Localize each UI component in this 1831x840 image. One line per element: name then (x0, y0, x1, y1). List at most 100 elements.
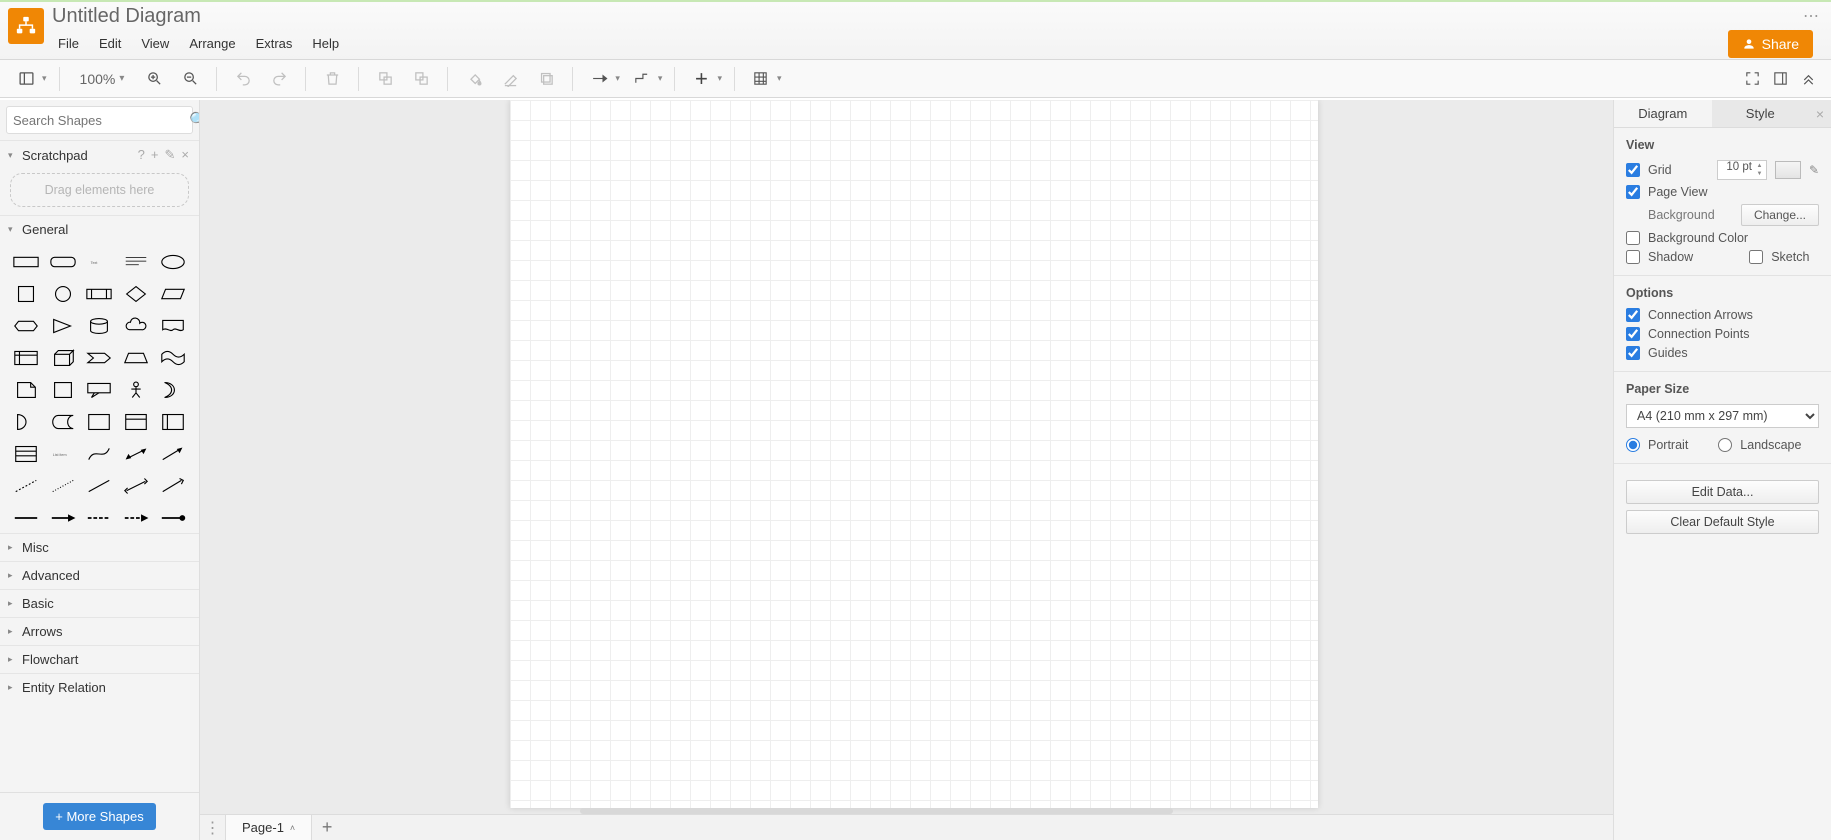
shape-step[interactable] (83, 345, 116, 371)
redo-button[interactable] (265, 65, 293, 93)
zoom-in-button[interactable] (140, 65, 168, 93)
shape-parallelogram[interactable] (156, 281, 189, 307)
fill-color-button[interactable] (460, 65, 488, 93)
shape-link3[interactable] (83, 505, 116, 531)
scratchpad-add-icon[interactable]: + (151, 147, 159, 163)
shape-container-h[interactable] (120, 409, 153, 435)
shape-rounded-rectangle[interactable] (47, 249, 80, 275)
category-flowchart[interactable]: ▸Flowchart (0, 645, 199, 673)
shape-line[interactable] (83, 473, 116, 499)
category-arrows[interactable]: ▸Arrows (0, 617, 199, 645)
portrait-radio[interactable] (1626, 438, 1640, 452)
grid-checkbox[interactable] (1626, 163, 1640, 177)
shadow-button[interactable] (532, 65, 560, 93)
menu-file[interactable]: File (50, 32, 87, 55)
category-basic[interactable]: ▸Basic (0, 589, 199, 617)
search-shapes-input[interactable]: 🔍 (6, 106, 193, 134)
shape-bidirectional-arrow[interactable] (120, 441, 153, 467)
scratchpad-dropzone[interactable]: Drag elements here (10, 173, 189, 207)
shadow-checkbox[interactable] (1626, 250, 1640, 264)
add-page-button[interactable]: + (312, 815, 342, 840)
tab-style[interactable]: Style (1712, 100, 1810, 127)
page-tab-1[interactable]: Page-1 ˄ (226, 815, 312, 840)
stepper-up-icon[interactable]: ▲ (1754, 162, 1765, 170)
stepper-down-icon[interactable]: ▼ (1754, 170, 1765, 178)
shape-link1[interactable] (10, 505, 43, 531)
shape-and[interactable] (10, 409, 43, 435)
shape-cloud[interactable] (120, 313, 153, 339)
shape-textbox[interactable] (120, 249, 153, 275)
shape-circle[interactable] (47, 281, 80, 307)
sketch-checkbox[interactable] (1749, 250, 1763, 264)
clear-default-style-button[interactable]: Clear Default Style (1626, 510, 1819, 534)
shape-triangle[interactable] (47, 313, 80, 339)
shape-card[interactable] (47, 377, 80, 403)
shape-diamond[interactable] (120, 281, 153, 307)
shape-cube[interactable] (47, 345, 80, 371)
shape-document[interactable] (156, 313, 189, 339)
shape-or[interactable] (156, 377, 189, 403)
page-view-checkbox[interactable] (1626, 185, 1640, 199)
shape-link2[interactable] (47, 505, 80, 531)
menu-arrange[interactable]: Arrange (181, 32, 243, 55)
notifications-icon[interactable]: ⋯ (1803, 6, 1819, 26)
shape-note[interactable] (10, 377, 43, 403)
grid-color-edit-icon[interactable]: ✎ (1809, 163, 1819, 177)
tab-diagram[interactable]: Diagram (1614, 100, 1712, 127)
connection-style-button[interactable] (585, 65, 613, 93)
shape-ellipse[interactable] (156, 249, 189, 275)
shape-list-item[interactable]: List item (47, 441, 80, 467)
shape-hexagon[interactable] (10, 313, 43, 339)
shape-link5[interactable] (156, 505, 189, 531)
shape-container-v[interactable] (156, 409, 189, 435)
to-front-button[interactable] (371, 65, 399, 93)
edit-data-button[interactable]: Edit Data... (1626, 480, 1819, 504)
connection-arrows-checkbox[interactable] (1626, 308, 1640, 322)
scratchpad-help-icon[interactable]: ? (138, 147, 145, 163)
shape-internal-storage[interactable] (10, 345, 43, 371)
menu-extras[interactable]: Extras (248, 32, 301, 55)
share-button[interactable]: Share (1728, 30, 1813, 58)
shape-dotted-line[interactable] (47, 473, 80, 499)
sidebar-toggle-button[interactable] (12, 65, 40, 93)
shape-trapezoid[interactable] (120, 345, 153, 371)
app-logo-icon[interactable] (8, 8, 44, 44)
paper-size-select[interactable]: A4 (210 mm x 297 mm) (1626, 404, 1819, 428)
shape-dashed-line[interactable] (10, 473, 43, 499)
line-color-button[interactable] (496, 65, 524, 93)
waypoint-style-button[interactable] (628, 65, 656, 93)
menu-help[interactable]: Help (304, 32, 347, 55)
guides-checkbox[interactable] (1626, 346, 1640, 360)
shape-actor[interactable] (120, 377, 153, 403)
shape-bidir-connector[interactable] (120, 473, 153, 499)
fullscreen-button[interactable] (1741, 65, 1763, 93)
category-misc[interactable]: ▸Misc (0, 533, 199, 561)
shape-square[interactable] (10, 281, 43, 307)
shape-process[interactable] (83, 281, 116, 307)
menu-view[interactable]: View (133, 32, 177, 55)
shape-rectangle[interactable] (10, 249, 43, 275)
shape-arrow-connector[interactable] (156, 473, 189, 499)
background-color-checkbox[interactable] (1626, 231, 1640, 245)
shape-datastore[interactable] (47, 409, 80, 435)
landscape-radio[interactable] (1718, 438, 1732, 452)
category-advanced[interactable]: ▸Advanced (0, 561, 199, 589)
format-panel-toggle-button[interactable] (1769, 65, 1791, 93)
shape-directional-arrow[interactable] (156, 441, 189, 467)
shape-link4[interactable] (120, 505, 153, 531)
change-background-button[interactable]: Change... (1741, 204, 1819, 226)
grid-color-chip[interactable] (1775, 161, 1801, 179)
scratchpad-header[interactable]: ▾ Scratchpad ? + ✎ × (0, 140, 199, 169)
general-header[interactable]: ▾ General (0, 215, 199, 243)
shape-text[interactable]: Text (83, 249, 116, 275)
scratchpad-edit-icon[interactable]: ✎ (165, 147, 176, 163)
insert-button[interactable]: + (687, 65, 715, 93)
grid-size-input[interactable]: 10 pt ▲▼ (1717, 160, 1767, 180)
shape-cylinder[interactable] (83, 313, 116, 339)
connection-points-checkbox[interactable] (1626, 327, 1640, 341)
zoom-dropdown[interactable]: 100% ▾ (72, 71, 133, 87)
canvas[interactable]: ⋮ Page-1 ˄ + (200, 100, 1613, 840)
shape-curve[interactable] (83, 441, 116, 467)
to-back-button[interactable] (407, 65, 435, 93)
category-entity-relation[interactable]: ▸Entity Relation (0, 673, 199, 701)
